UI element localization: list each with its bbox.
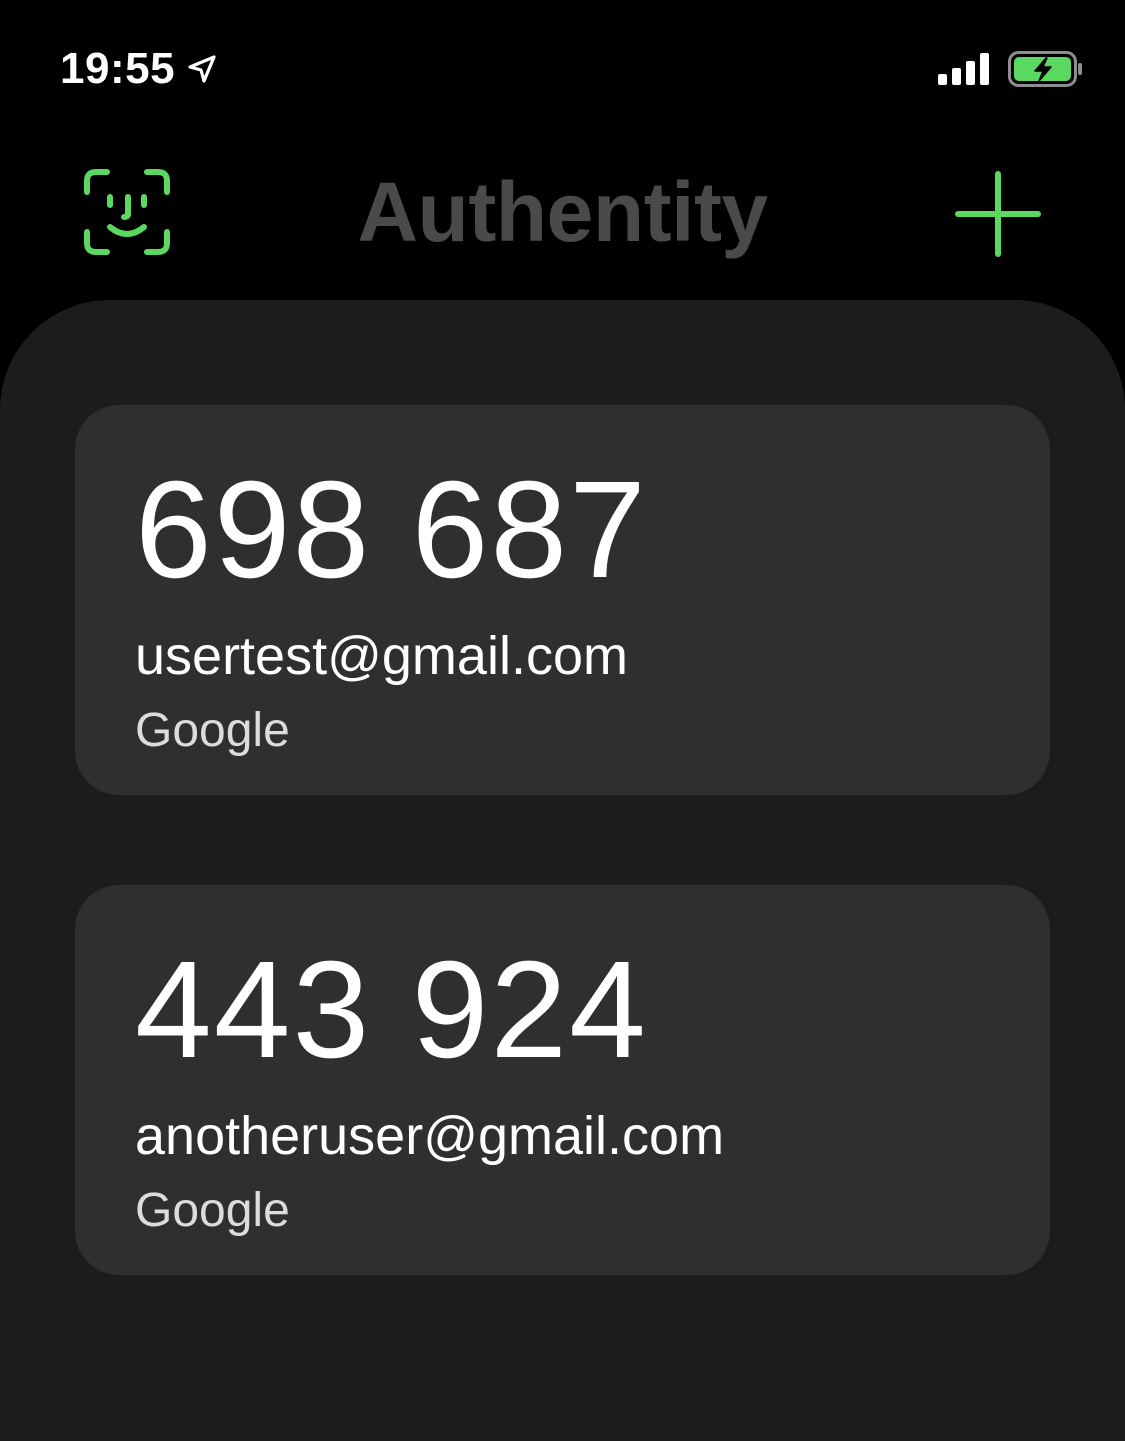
account-issuer: Google	[135, 704, 290, 757]
account-issuer: Google	[135, 1184, 290, 1237]
otp-code: 698 687	[135, 453, 648, 607]
account-email: usertest@gmail.com	[135, 626, 628, 686]
account-card[interactable]: 698 687 usertest@gmail.com Google	[75, 405, 1050, 795]
header: Authentity	[0, 140, 1125, 290]
status-bar: 19:55	[0, 0, 1125, 130]
otp-code: 443 924	[135, 933, 648, 1087]
add-account-button[interactable]	[954, 170, 1042, 258]
cellular-signal-icon	[938, 52, 992, 86]
status-time: 19:55	[60, 44, 176, 93]
location-arrow-icon	[187, 54, 217, 84]
status-time-group: 19:55	[60, 44, 217, 94]
account-card[interactable]: 443 924 anotheruser@gmail.com Google	[75, 885, 1050, 1275]
battery-charging-icon	[1008, 50, 1084, 88]
accounts-panel: 698 687 usertest@gmail.com Google 443 92…	[0, 300, 1125, 1441]
account-email: anotheruser@gmail.com	[135, 1106, 725, 1166]
plus-icon	[954, 171, 1042, 262]
